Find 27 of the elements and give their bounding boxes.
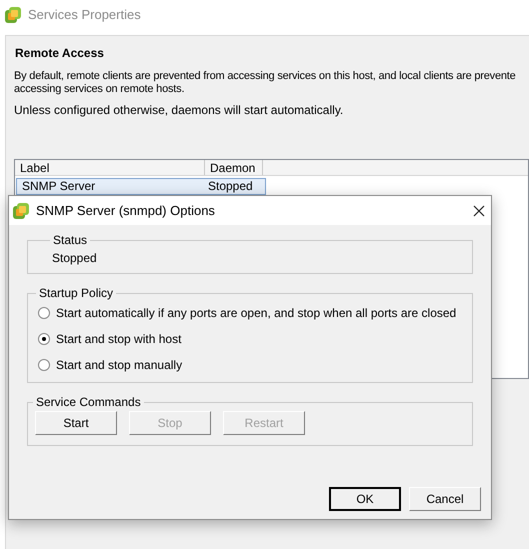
radio-button[interactable] xyxy=(38,333,50,345)
note-text: Unless configured otherwise, daemons will start automatically. xyxy=(14,102,344,119)
radio-label[interactable]: Start and stop manually xyxy=(56,356,182,374)
app-icon xyxy=(4,6,22,24)
command-button[interactable]: Start xyxy=(35,411,117,435)
table-row[interactable]: SNMP Server Stopped xyxy=(16,178,266,195)
table-cell-text: Stopped xyxy=(207,179,254,194)
dialog-title: SNMP Server (snmpd) Options xyxy=(36,202,215,220)
radio-button[interactable] xyxy=(38,307,50,319)
group-label: Service Commands xyxy=(35,394,142,411)
section-heading: Remote Access xyxy=(15,45,105,62)
column-header[interactable]: Daemon xyxy=(205,160,263,175)
radio-label[interactable]: Start automatically if any ports are open, and stop when all ports are closed xyxy=(56,304,456,322)
group-label: Startup Policy xyxy=(38,285,114,302)
table-cell-text: SNMP Server xyxy=(21,179,96,194)
window-title: Services Properties xyxy=(28,6,141,24)
column-header[interactable]: Label xyxy=(15,160,205,175)
radio-button[interactable] xyxy=(38,359,50,371)
app-icon xyxy=(12,202,30,220)
description-text: accessing services on remote hosts. xyxy=(14,83,184,96)
dialog-button[interactable]: OK xyxy=(329,487,401,511)
dialog-button[interactable]: Cancel xyxy=(409,487,481,511)
close-icon[interactable] xyxy=(473,204,485,216)
status-value: Stopped xyxy=(52,251,97,265)
group-label: Status xyxy=(52,232,88,249)
radio-label[interactable]: Start and stop with host xyxy=(56,330,182,348)
description-text: By default, remote clients are prevented from accessing services on this host, and local clients are prevente xyxy=(14,70,516,83)
